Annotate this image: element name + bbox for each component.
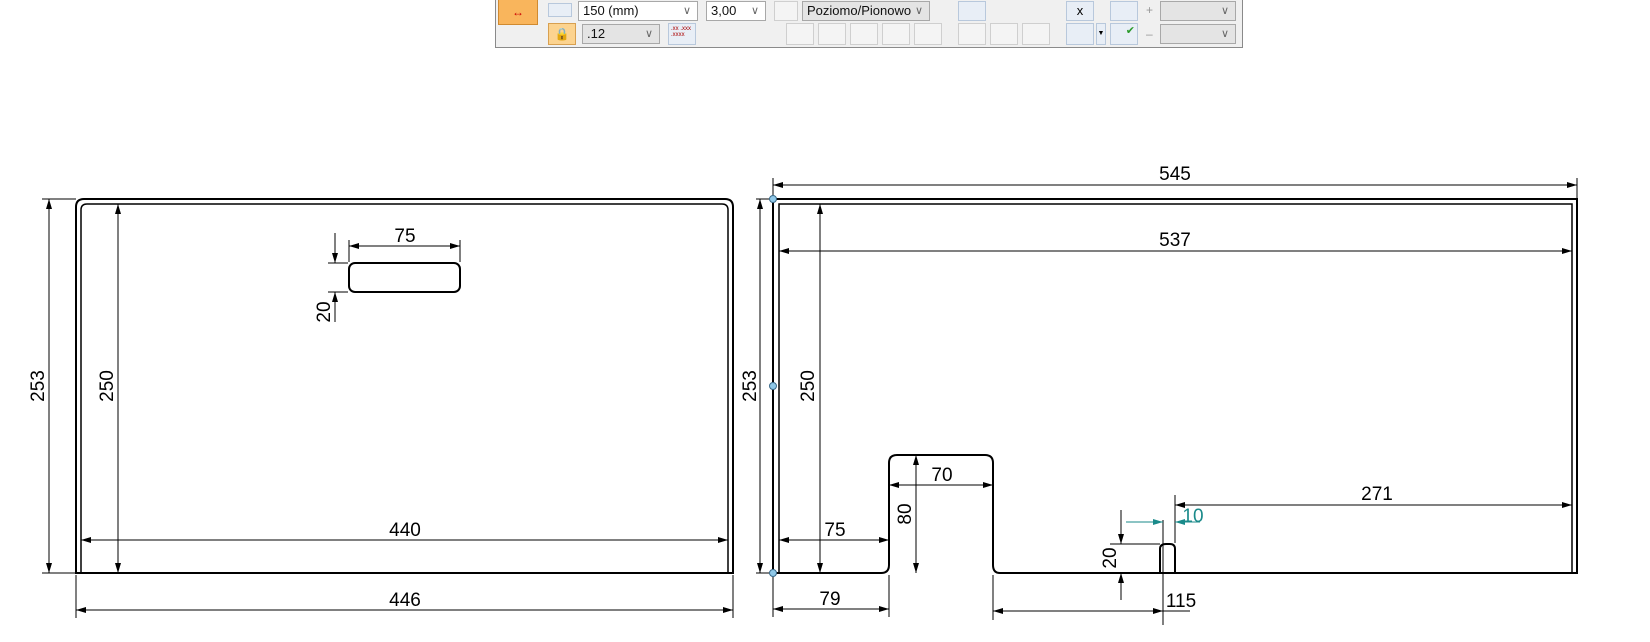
left-view[interactable] [75,198,734,574]
x-button[interactable]: x [1066,1,1094,21]
diameter-button[interactable] [882,23,910,45]
dim-slot-height[interactable]: 20 [314,301,335,322]
edit-dropdown-button[interactable]: ▼ [1096,23,1106,45]
chevron-down-icon: ∨ [682,5,691,17]
dim-notch-width[interactable]: 70 [931,465,952,486]
handle-middle [769,382,777,390]
minus-label: – [1146,27,1153,41]
symmetric-diameter-button[interactable] [958,23,986,45]
dim-right-inner-height[interactable]: 250 [798,370,819,402]
selection-handles[interactable] [769,195,777,577]
chevron-down-icon: ∨ [750,5,759,17]
lock-button[interactable]: 🔒 [548,23,576,45]
dim-right-overall-width[interactable]: 545 [1159,164,1191,185]
dim-left-inner-height[interactable]: 250 [97,370,118,402]
lock-icon: 🔒 [554,27,570,41]
upper-tolerance-combo[interactable]: ∨ [1160,1,1236,21]
left-dimensions [42,198,734,618]
linear-dimension-button[interactable] [786,23,814,45]
dim-slot-width[interactable]: 75 [394,226,415,247]
chamfer-button[interactable] [990,23,1018,45]
right-dimensions [756,178,1578,625]
scale-icon-button[interactable] [548,3,572,17]
coordinate-button[interactable] [1022,23,1050,45]
checkmark-icon: ✔ [1125,25,1135,37]
concentric-button[interactable] [914,23,942,45]
lower-tolerance-combo[interactable]: ∨ [1160,24,1236,44]
plus-label: + [1146,3,1154,17]
chevron-down-icon: ∨ [1220,28,1229,40]
dim-left-inner-width[interactable]: 440 [389,520,421,541]
arc-button[interactable] [958,1,986,21]
dim-tab-height[interactable]: 20 [1100,547,1121,568]
dim-left-overall-width[interactable]: 446 [389,590,421,611]
dim-right-inner-width[interactable]: 537 [1159,230,1191,251]
slot[interactable] [348,262,461,293]
tab [1159,543,1176,573]
dim-notch-offset-inner[interactable]: 75 [824,520,845,541]
radius-dimension-button[interactable] [850,23,878,45]
dim-tab-width-edit[interactable]: 10 [1182,506,1203,527]
drawing-canvas[interactable]: 253 250 440 446 75 20 545 537 253 250 70… [0,0,1650,642]
right-view[interactable] [772,198,1578,574]
precision-format-button[interactable]: .xx .xxx .xxxx [668,23,696,45]
x-circle-button[interactable] [1110,1,1138,21]
angular-dimension-button[interactable] [818,23,846,45]
dim-tab-to-right[interactable]: 271 [1361,484,1393,505]
handle-top [769,195,777,203]
size-combo[interactable]: 3,00 ∨ [706,1,766,21]
dimension-style-button[interactable]: ↔ [498,0,538,25]
dim-notch-offset-outer[interactable]: 79 [819,589,840,610]
accept-button[interactable]: ✔ [1110,23,1138,45]
edit-text-button[interactable] [1066,23,1094,45]
dimension-toolbar: ↔ 150 (mm) ∨ 3,00 ∨ Poziomo/Pionowo ∨ 🔒 .12… [495,0,1243,48]
orientation-combo[interactable]: Poziomo/Pionowo ∨ [802,1,930,21]
dim-tab-offset[interactable]: 115 [1166,591,1196,612]
scale-combo[interactable]: 150 (mm) ∨ [578,1,698,21]
chevron-down-icon: ∨ [1220,5,1229,17]
angle-button[interactable] [774,1,798,21]
chevron-down-icon: ∨ [644,28,653,40]
chevron-down-icon: ∨ [914,5,923,17]
handle-bottom [769,569,777,577]
dim-notch-height[interactable]: 80 [895,503,916,524]
dim-right-overall-height[interactable]: 253 [740,370,761,402]
precision-combo[interactable]: .12 ∨ [582,24,660,44]
dim-left-overall-height[interactable]: 253 [28,370,49,402]
